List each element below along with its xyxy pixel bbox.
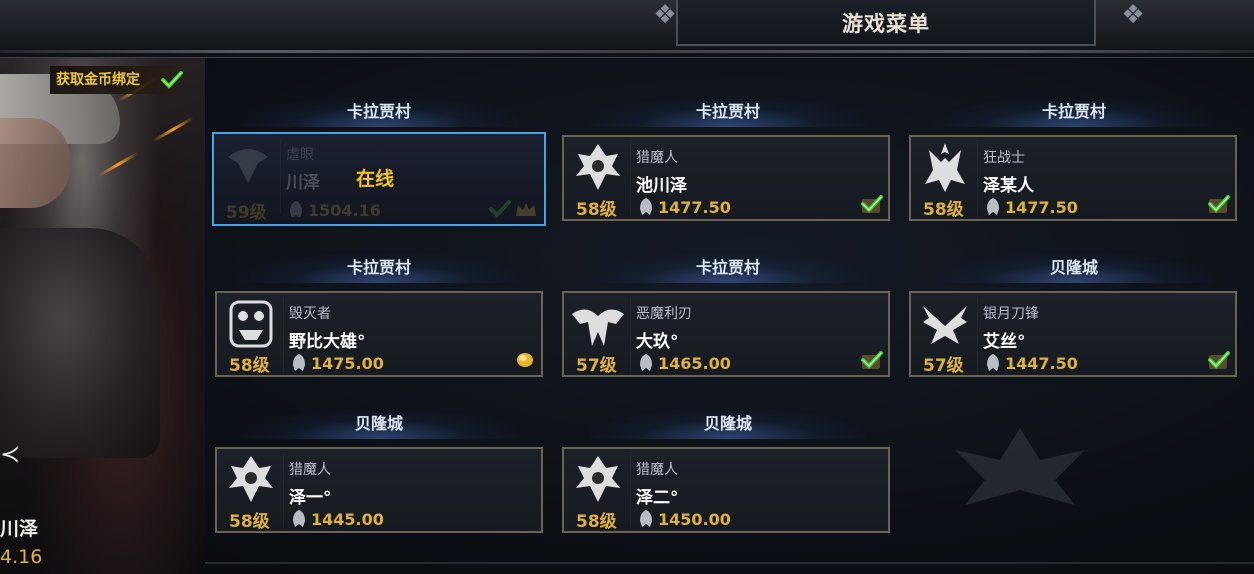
portrait-face: [0, 118, 70, 208]
character-card[interactable]: 恶魔利刃 大玖° 57级 1465.00: [562, 291, 890, 377]
helmet-icon: [987, 198, 999, 215]
portrait-armor: [0, 228, 160, 458]
helmet-icon: [293, 510, 305, 527]
spark-effect: [97, 151, 139, 178]
card-divider: [977, 297, 978, 373]
character-class: 银月刀锋: [983, 306, 1039, 322]
helmet-icon: [293, 354, 305, 371]
server-label: 卡拉贾村: [934, 97, 1214, 127]
helmet-icon: [290, 201, 302, 218]
character-level: 57级: [923, 356, 964, 376]
character-class: 猎魔人: [636, 462, 678, 478]
gold-bind-badge[interactable]: 获取金币绑定: [50, 66, 176, 94]
character-card[interactable]: 猎魔人 泽一° 58级 1445.00: [215, 447, 543, 533]
card-divider: [280, 138, 281, 214]
character-name: 艾丝°: [983, 332, 1026, 352]
crown-icon: [516, 203, 536, 216]
character-card[interactable]: 毁灭者 野比大雄° 58级 1475.00: [215, 291, 543, 377]
item-level: 1445.00: [311, 510, 384, 529]
dark-emblem-icon: [228, 149, 268, 183]
character-card[interactable]: 银月刀锋 艾丝° 57级 1447.50: [909, 291, 1237, 377]
card-divider: [283, 297, 284, 373]
character-level: 58级: [576, 512, 617, 532]
server-label: 卡拉贾村: [239, 97, 519, 127]
server-label: 卡拉贾村: [588, 97, 868, 127]
character-class: 毁灭者: [289, 306, 331, 322]
character-portrait: [0, 58, 205, 574]
server-label: 卡拉贾村: [239, 253, 519, 283]
character-card[interactable]: 猎魔人 泽二° 58级 1450.00: [562, 447, 890, 533]
character-level: 58级: [229, 512, 270, 532]
server-label: 贝隆城: [934, 253, 1214, 283]
character-class: 恶魔利刃: [636, 306, 692, 322]
character-card[interactable]: 狂战士 泽某人 58级 1477.50: [909, 135, 1237, 221]
silver-blade-crest-icon: [923, 306, 967, 344]
character-class: 狂战士: [983, 150, 1025, 166]
character-level: 57级: [576, 356, 617, 376]
helmet-icon: [640, 198, 652, 215]
character-class: 虐眼: [286, 147, 314, 163]
character-card-active[interactable]: 虐眼 川泽 59级 1504.16 在线: [212, 132, 546, 226]
item-level: 1477.50: [658, 198, 731, 217]
check-icon: [861, 195, 883, 213]
item-level: 1450.00: [658, 510, 731, 529]
server-label: 卡拉贾村: [588, 253, 868, 283]
card-divider: [630, 141, 631, 217]
watermark-emblem-icon: [955, 428, 1085, 505]
character-card[interactable]: 猎魔人 池川泽 58级 1477.50: [562, 135, 890, 221]
gold-coin-icon: [517, 353, 533, 367]
check-icon: [1208, 195, 1230, 213]
character-name: 野比大雄°: [289, 332, 366, 352]
demon-hunter-crest-icon: [576, 456, 620, 502]
game-menu-screen: ❖ ❖ 游戏菜单 获取金币绑定 ≺ 川泽 4.16 卡拉贾村 卡拉贾村 卡拉贾村…: [0, 0, 1254, 574]
character-name: 池川泽: [636, 176, 687, 196]
character-name: 大玖°: [636, 332, 679, 352]
card-divider: [977, 141, 978, 217]
item-level: 1465.00: [658, 354, 731, 373]
bottom-divider: [205, 562, 1254, 564]
character-level: 58级: [229, 356, 270, 376]
item-level: 1447.50: [1005, 354, 1078, 373]
portrait-character-name: 川泽: [0, 518, 39, 540]
helmet-icon: [987, 354, 999, 371]
check-icon: [1208, 351, 1230, 369]
check-icon: [861, 351, 883, 369]
demon-hunter-crest-icon: [229, 456, 273, 502]
page-title: 游戏菜单: [842, 12, 930, 36]
server-label: 贝隆城: [239, 409, 519, 439]
character-class: 猎魔人: [289, 462, 331, 478]
online-status: 在线: [356, 168, 395, 190]
character-name: 川泽: [286, 173, 320, 193]
character-name: 泽一°: [289, 488, 332, 508]
card-divider: [283, 453, 284, 529]
character-name: 泽某人: [983, 176, 1034, 196]
character-level: 59级: [226, 203, 267, 223]
character-class: 猎魔人: [636, 150, 678, 166]
check-icon: [489, 200, 511, 218]
deathblade-crest-icon: [572, 309, 624, 346]
character-level: 58级: [576, 200, 617, 220]
check-icon: [161, 71, 183, 89]
helmet-icon: [640, 510, 652, 527]
character-level: 58级: [923, 200, 964, 220]
berserker-crest-icon: [925, 143, 965, 192]
item-level: 1475.00: [311, 354, 384, 373]
item-level: 1477.50: [1005, 198, 1078, 217]
helmet-icon: [640, 354, 652, 371]
card-divider: [630, 297, 631, 373]
destroyer-crest-icon: [229, 300, 273, 348]
portrait-item-level: 4.16: [0, 546, 43, 568]
right-ornament-icon: ❖: [1121, 0, 1145, 30]
character-name: 泽二°: [636, 488, 679, 508]
spark-effect: [152, 116, 194, 143]
demon-hunter-crest-icon: [576, 144, 620, 190]
item-level: 1504.16: [308, 201, 381, 220]
card-divider: [630, 453, 631, 529]
class-emblem-icon: ≺: [0, 440, 21, 468]
server-label: 贝隆城: [588, 409, 868, 439]
